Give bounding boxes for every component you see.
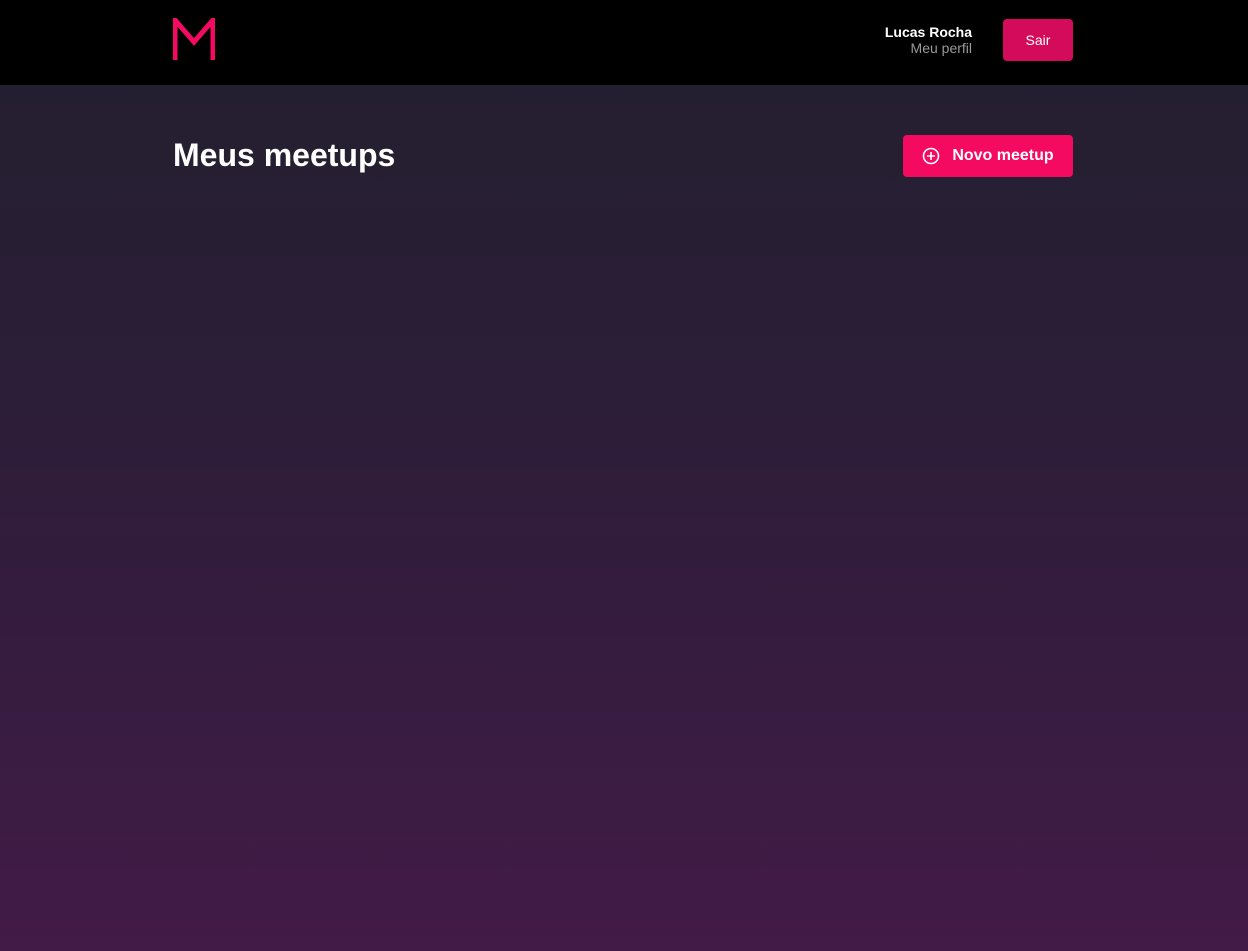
plus-circle-icon [923,147,940,165]
new-meetup-label: Novo meetup [952,147,1054,164]
page-title: Meus meetups [173,137,396,173]
profile-info: Lucas Rocha Meu perfil [885,24,972,56]
top-header: Lucas Rocha Meu perfil Sair [0,0,1248,85]
my-profile-link[interactable]: Meu perfil [885,40,972,56]
profile-name: Lucas Rocha [884,24,972,40]
main-content: Meus meetups Novo meetup [173,135,1073,177]
m-logo-icon[interactable] [173,18,215,60]
header-container: Lucas Rocha Meu perfil Sair [173,0,1073,85]
new-meetup-button[interactable]: Novo meetup [903,135,1073,177]
logout-button[interactable]: Sair [1003,19,1073,61]
